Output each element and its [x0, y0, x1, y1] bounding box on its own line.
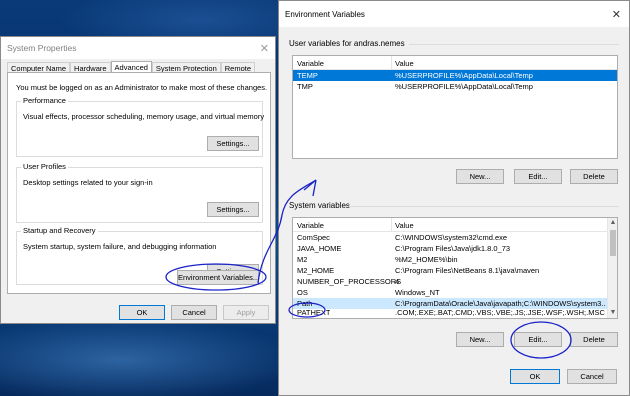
window-title: Environment Variables	[285, 9, 365, 19]
column-separator	[391, 56, 392, 70]
list-item[interactable]: JAVA_HOME C:\Program Files\Java\jdk1.8.0…	[293, 243, 617, 254]
list-item[interactable]: ComSpec C:\WINDOWS\system32\cmd.exe	[293, 232, 617, 243]
close-icon[interactable]: ✕	[260, 42, 269, 55]
variable-name: M2	[297, 255, 308, 264]
column-header-value[interactable]: Value	[395, 59, 414, 68]
system-properties-titlebar[interactable]: System Properties ✕	[1, 37, 275, 59]
user-variables-label: User variables for andras.nemes	[289, 39, 405, 48]
list-header: Variable Value	[293, 218, 617, 232]
variable-name: TEMP	[297, 71, 318, 80]
ok-button[interactable]: OK	[510, 369, 560, 384]
vertical-scrollbar[interactable]: ▲ ▼	[607, 218, 617, 318]
user-delete-button[interactable]: Delete	[570, 169, 618, 184]
column-separator	[391, 218, 392, 232]
system-new-button[interactable]: New...	[456, 332, 504, 347]
list-item[interactable]: PATHEXT .COM;.EXE;.BAT;.CMD;.VBS;.VBE;.J…	[293, 308, 617, 317]
performance-group: Performance Visual effects, processor sc…	[16, 96, 265, 157]
variable-value: C:\WINDOWS\system32\cmd.exe	[395, 233, 508, 242]
list-item[interactable]: NUMBER_OF_PROCESSORS 4	[293, 276, 617, 287]
system-properties-window: System Properties ✕ Computer Name Hardwa…	[0, 36, 276, 324]
variable-value: %M2_HOME%\bin	[395, 255, 458, 264]
list-item[interactable]: M2 %M2_HOME%\bin	[293, 254, 617, 265]
environment-variables-button[interactable]: Environment Variables...	[177, 270, 259, 285]
system-delete-button[interactable]: Delete	[570, 332, 618, 347]
user-profiles-group: User Profiles Desktop settings related t…	[16, 162, 263, 223]
variable-value: Windows_NT	[395, 288, 440, 297]
cancel-button[interactable]: Cancel	[567, 369, 617, 384]
column-header-value[interactable]: Value	[395, 221, 414, 230]
startup-recovery-desc: System startup, system failure, and debu…	[23, 242, 217, 251]
environment-variables-titlebar[interactable]: Environment Variables ✕	[279, 1, 629, 27]
variable-name: PATHEXT	[297, 308, 331, 317]
variable-name: ComSpec	[297, 233, 330, 242]
advanced-tab-panel: You must be logged on as an Administrato…	[7, 72, 271, 294]
list-item[interactable]: TMP %USERPROFILE%\AppData\Local\Temp	[293, 81, 617, 92]
variable-name: TMP	[297, 82, 313, 91]
performance-desc: Visual effects, processor scheduling, me…	[23, 112, 265, 121]
scroll-up-icon[interactable]: ▲	[608, 218, 617, 228]
variable-name: M2_HOME	[297, 266, 335, 275]
list-item[interactable]: TEMP %USERPROFILE%\AppData\Local\Temp	[293, 70, 617, 81]
divider	[349, 206, 619, 207]
variable-value: C:\ProgramData\Oracle\Java\javapath;C:\W…	[395, 299, 605, 308]
column-header-variable[interactable]: Variable	[297, 59, 324, 68]
variable-value: C:\Program Files\NetBeans 8.1\java\maven	[395, 266, 540, 275]
variable-value: %USERPROFILE%\AppData\Local\Temp	[395, 82, 533, 91]
user-profiles-settings-button[interactable]: Settings...	[207, 202, 259, 217]
user-profiles-desc: Desktop settings related to your sign-in	[23, 178, 153, 187]
variable-value: 4	[395, 277, 400, 286]
performance-settings-button[interactable]: Settings...	[207, 136, 259, 151]
ok-button[interactable]: OK	[119, 305, 165, 320]
variable-name: Path	[297, 299, 313, 308]
user-profiles-legend: User Profiles	[21, 162, 68, 171]
list-header: Variable Value	[293, 56, 617, 70]
startup-recovery-legend: Startup and Recovery	[21, 226, 98, 235]
admin-note: You must be logged on as an Administrato…	[16, 83, 268, 92]
variable-name: OS	[297, 288, 308, 297]
cancel-button[interactable]: Cancel	[171, 305, 217, 320]
list-item[interactable]: OS Windows_NT	[293, 287, 617, 298]
window-title: System Properties	[7, 43, 77, 53]
variable-value: C:\Program Files\Java\jdk1.8.0_73	[395, 244, 511, 253]
list-item[interactable]: M2_HOME C:\Program Files\NetBeans 8.1\ja…	[293, 265, 617, 276]
variable-value: .COM;.EXE;.BAT;.CMD;.VBS;.VBE;.JS;.JSE;.…	[395, 308, 605, 317]
apply-button[interactable]: Apply	[223, 305, 269, 320]
performance-legend: Performance	[21, 96, 68, 105]
system-variables-label: System variables	[289, 201, 350, 210]
variable-name: NUMBER_OF_PROCESSORS	[297, 277, 402, 286]
scroll-down-icon[interactable]: ▼	[608, 308, 617, 318]
user-new-button[interactable]: New...	[456, 169, 504, 184]
system-edit-button[interactable]: Edit...	[514, 332, 562, 347]
system-variables-list[interactable]: Variable Value ComSpec C:\WINDOWS\system…	[292, 217, 618, 319]
user-edit-button[interactable]: Edit...	[514, 169, 562, 184]
scroll-thumb[interactable]	[610, 230, 616, 256]
variable-value: %USERPROFILE%\AppData\Local\Temp	[395, 71, 533, 80]
divider	[409, 44, 619, 45]
environment-variables-window: Environment Variables ✕ User variables f…	[278, 0, 630, 396]
column-header-variable[interactable]: Variable	[297, 221, 324, 230]
variable-name: JAVA_HOME	[297, 244, 342, 253]
user-variables-list[interactable]: Variable Value TEMP %USERPROFILE%\AppDat…	[292, 55, 618, 159]
close-icon[interactable]: ✕	[612, 8, 621, 21]
